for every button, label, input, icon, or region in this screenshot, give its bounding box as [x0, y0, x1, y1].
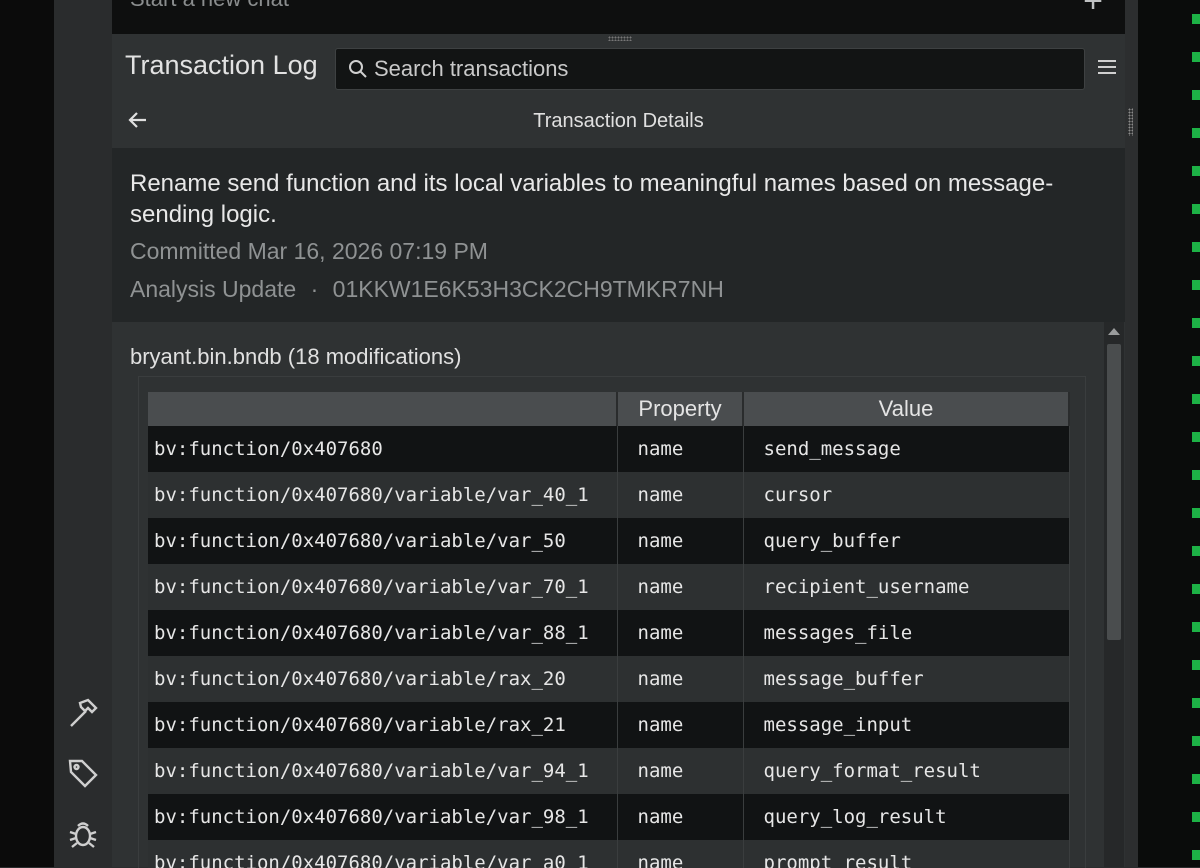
- panel-splitter[interactable]: [1125, 0, 1138, 867]
- scrollbar-thumb[interactable]: [1107, 344, 1121, 640]
- cell-property: name: [617, 564, 744, 610]
- cell-path: bv:function/0x407680/variable/var_94_1: [148, 748, 618, 794]
- cell-value: cursor: [743, 472, 1070, 518]
- search-bar[interactable]: [335, 48, 1085, 90]
- right-editor-edge: [1138, 0, 1200, 867]
- table-row[interactable]: bv:function/0x407680/variable/var_40_1 na…: [148, 472, 1070, 518]
- table-header-row: Property Value: [148, 392, 1070, 426]
- cell-path: bv:function/0x407680/variable/var_a0_1: [148, 840, 618, 868]
- cell-value: send_message: [743, 426, 1070, 472]
- file-title: bryant.bin.bndb (18 modifications): [130, 344, 462, 369]
- cell-path: bv:function/0x407680: [148, 426, 618, 472]
- cell-path: bv:function/0x407680/variable/rax_21: [148, 702, 618, 748]
- table-row[interactable]: bv:function/0x407680 name send_message: [148, 426, 1070, 472]
- page-title: Transaction Log: [125, 50, 318, 80]
- table-row[interactable]: bv:function/0x407680/variable/rax_20 name…: [148, 656, 1070, 702]
- table-row[interactable]: bv:function/0x407680/variable/var_50 name…: [148, 518, 1070, 564]
- cell-path: bv:function/0x407680/variable/var_98_1: [148, 794, 618, 840]
- scroll-up-arrow-icon[interactable]: [1108, 328, 1120, 335]
- chat-placeholder[interactable]: Start a new chat: [130, 0, 289, 12]
- vertical-scrollbar[interactable]: [1104, 322, 1124, 867]
- cell-value: messages_file: [743, 610, 1070, 656]
- left-edge: [0, 0, 54, 867]
- cell-value: query_buffer: [743, 518, 1070, 564]
- cell-value: query_format_result: [743, 748, 1070, 794]
- plus-icon[interactable]: +: [1083, 0, 1103, 21]
- table-row[interactable]: bv:function/0x407680/variable/var_70_1 na…: [148, 564, 1070, 610]
- transaction-type: Analysis Update: [130, 276, 297, 302]
- table-row[interactable]: bv:function/0x407680/variable/var_98_1 na…: [148, 794, 1070, 840]
- column-header-value[interactable]: Value: [743, 392, 1070, 426]
- cell-value: message_buffer: [743, 656, 1070, 702]
- table-row[interactable]: bv:function/0x407680/variable/var_94_1 na…: [148, 748, 1070, 794]
- cell-property: name: [617, 748, 744, 794]
- cell-value: recipient_username: [743, 564, 1070, 610]
- meta-separator: ·: [310, 276, 319, 302]
- cell-path: bv:function/0x407680/variable/rax_20: [148, 656, 618, 702]
- hammer-icon[interactable]: [66, 696, 100, 730]
- bug-icon[interactable]: [66, 816, 100, 850]
- cell-path: bv:function/0x407680/variable/var_40_1: [148, 472, 618, 518]
- committed-timestamp: Committed Mar 16, 2026 07:19 PM: [130, 238, 488, 264]
- cell-path: bv:function/0x407680/variable/var_50: [148, 518, 618, 564]
- chat-input-strip[interactable]: Start a new chat +: [112, 0, 1125, 34]
- cell-path: bv:function/0x407680/variable/var_70_1: [148, 564, 618, 610]
- search-input[interactable]: [368, 55, 1084, 83]
- table-row[interactable]: bv:function/0x407680/variable/var_a0_1 na…: [148, 840, 1070, 868]
- cell-property: name: [617, 472, 744, 518]
- modifications-table-frame: Property Value bv:function/0x407680 name s…: [138, 376, 1086, 868]
- tag-icon[interactable]: [66, 756, 100, 790]
- cell-property: name: [617, 840, 744, 868]
- resize-grip[interactable]: [608, 36, 632, 41]
- table-row[interactable]: bv:function/0x407680/variable/rax_21 name…: [148, 702, 1070, 748]
- details-title: Transaction Details: [533, 110, 704, 132]
- cell-property: name: [617, 656, 744, 702]
- cell-value: message_input: [743, 702, 1070, 748]
- cell-value: query_log_result: [743, 794, 1070, 840]
- cell-property: name: [617, 518, 744, 564]
- column-header-path[interactable]: [148, 392, 618, 426]
- cell-property: name: [617, 702, 744, 748]
- transaction-log-panel: Start a new chat + Transaction Log Trans…: [112, 0, 1125, 868]
- modifications-table: Property Value bv:function/0x407680 name s…: [148, 392, 1070, 868]
- cell-path: bv:function/0x407680/variable/var_88_1: [148, 610, 618, 656]
- table-row[interactable]: bv:function/0x407680/variable/var_88_1 na…: [148, 610, 1070, 656]
- search-icon: [348, 59, 368, 79]
- cell-property: name: [617, 426, 744, 472]
- cell-property: name: [617, 610, 744, 656]
- cell-property: name: [617, 794, 744, 840]
- transaction-description: Rename send function and its local varia…: [130, 170, 1054, 228]
- splitter-grip[interactable]: [1128, 108, 1133, 136]
- left-tool-rail: [54, 0, 112, 867]
- hamburger-menu-icon[interactable]: [1096, 56, 1118, 78]
- transaction-meta: Analysis Update · 01KKW1E6K53H3CK2CH9TMK…: [130, 276, 724, 303]
- column-header-property[interactable]: Property: [617, 392, 744, 426]
- editor-gutter: [1192, 0, 1200, 867]
- transaction-id: 01KKW1E6K53H3CK2CH9TMKR7NH: [332, 276, 724, 302]
- cell-value: prompt_result: [743, 840, 1070, 868]
